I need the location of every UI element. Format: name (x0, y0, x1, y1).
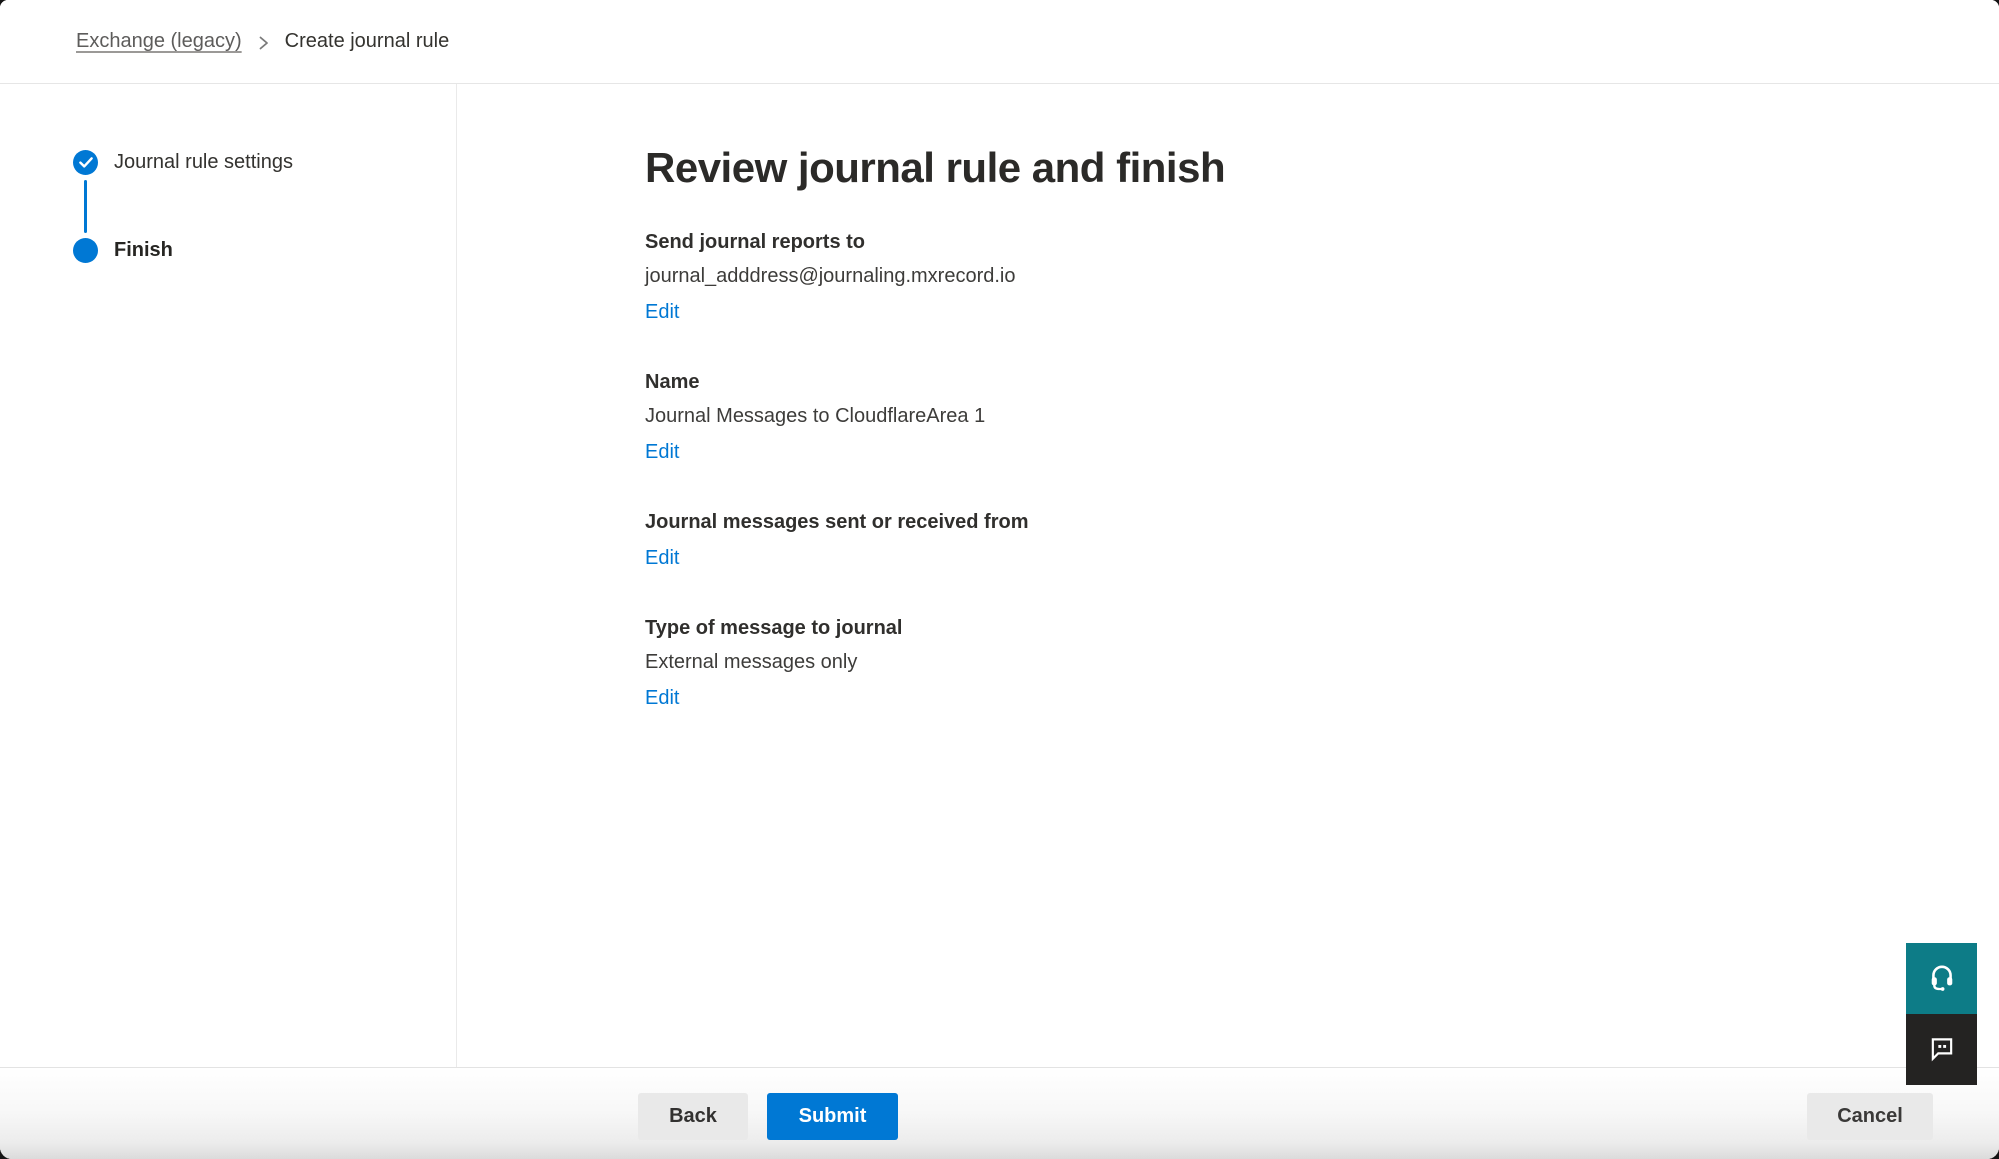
step-current-dot-icon (73, 238, 98, 263)
section-label: Send journal reports to (645, 229, 1959, 255)
wizard-step-journal-rule-settings[interactable]: Journal rule settings (73, 150, 456, 175)
page-title: Review journal rule and finish (645, 144, 1959, 192)
rule-name-value: Journal Messages to CloudflareArea 1 (645, 403, 1959, 429)
breadcrumb-bar: Exchange (legacy) Create journal rule (0, 0, 1999, 84)
chat-icon (1928, 1034, 1956, 1065)
back-button[interactable]: Back (638, 1093, 748, 1140)
review-section-send-journal-reports-to: Send journal reports to journal_adddress… (645, 229, 1959, 325)
wizard-step-finish[interactable]: Finish (73, 238, 456, 263)
step-completed-check-icon (73, 150, 98, 175)
help-button[interactable] (1906, 943, 1977, 1014)
cancel-button[interactable]: Cancel (1807, 1093, 1933, 1140)
edit-send-journal-reports-link[interactable]: Edit (645, 299, 679, 325)
review-pane: Review journal rule and finish Send jour… (457, 84, 1999, 1067)
edit-message-type-link[interactable]: Edit (645, 685, 679, 711)
section-label: Type of message to journal (645, 615, 1959, 641)
step-label: Journal rule settings (114, 151, 293, 174)
submit-button[interactable]: Submit (767, 1093, 898, 1140)
step-connector-line (84, 180, 87, 233)
section-label: Journal messages sent or received from (645, 509, 1959, 535)
edit-name-link[interactable]: Edit (645, 439, 679, 465)
wizard-footer-bar: Back Submit Cancel (0, 1067, 1999, 1159)
journal-report-address-value: journal_adddress@journaling.mxrecord.io (645, 263, 1959, 289)
breadcrumb-link-exchange-legacy[interactable]: Exchange (legacy) (76, 30, 242, 53)
message-type-value: External messages only (645, 649, 1959, 675)
review-section-journal-messages-from: Journal messages sent or received from E… (645, 509, 1959, 571)
chevron-right-icon (257, 33, 270, 53)
breadcrumb: Exchange (legacy) Create journal rule (76, 30, 449, 53)
review-section-name: Name Journal Messages to CloudflareArea … (645, 369, 1959, 465)
wizard-steps-panel: Journal rule settings Finish (0, 84, 457, 1067)
feedback-button[interactable] (1906, 1014, 1977, 1085)
headset-icon (1927, 962, 1957, 995)
breadcrumb-current-page: Create journal rule (285, 30, 450, 53)
edit-journal-messages-from-link[interactable]: Edit (645, 545, 679, 571)
section-label: Name (645, 369, 1959, 395)
step-label: Finish (114, 239, 173, 262)
review-section-message-type: Type of message to journal External mess… (645, 615, 1959, 711)
app-window: Exchange (legacy) Create journal rule Jo… (0, 0, 1999, 1159)
floating-action-stack (1906, 943, 1977, 1085)
